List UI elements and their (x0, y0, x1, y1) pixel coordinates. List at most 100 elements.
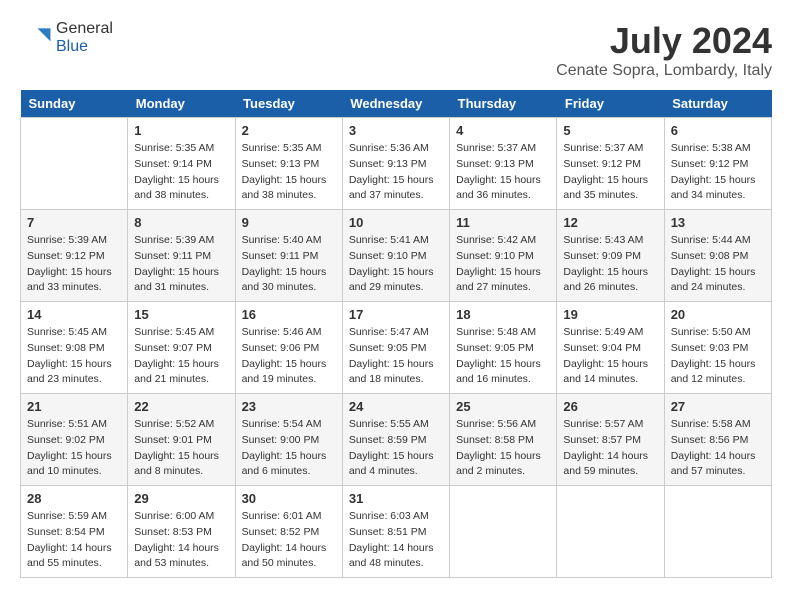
logo-icon (20, 22, 52, 54)
calendar-cell: 1 Sunrise: 5:35 AM Sunset: 9:14 PM Dayli… (128, 118, 235, 210)
weekday-header-friday: Friday (557, 90, 664, 118)
calendar-cell: 5 Sunrise: 5:37 AM Sunset: 9:12 PM Dayli… (557, 118, 664, 210)
day-info: Sunrise: 5:45 AM Sunset: 9:07 PM Dayligh… (134, 325, 228, 388)
day-number: 3 (349, 123, 443, 138)
calendar-cell: 7 Sunrise: 5:39 AM Sunset: 9:12 PM Dayli… (21, 210, 128, 302)
location: Cenate Sopra, Lombardy, Italy (556, 62, 772, 80)
calendar-cell: 30 Sunrise: 6:01 AM Sunset: 8:52 PM Dayl… (235, 486, 342, 578)
day-info: Sunrise: 5:41 AM Sunset: 9:10 PM Dayligh… (349, 233, 443, 296)
day-info: Sunrise: 5:35 AM Sunset: 9:14 PM Dayligh… (134, 141, 228, 204)
calendar-cell: 3 Sunrise: 5:36 AM Sunset: 9:13 PM Dayli… (342, 118, 449, 210)
week-row-3: 14 Sunrise: 5:45 AM Sunset: 9:08 PM Dayl… (21, 302, 772, 394)
calendar-cell: 14 Sunrise: 5:45 AM Sunset: 9:08 PM Dayl… (21, 302, 128, 394)
day-number: 11 (456, 215, 550, 230)
day-info: Sunrise: 5:44 AM Sunset: 9:08 PM Dayligh… (671, 233, 765, 296)
day-info: Sunrise: 5:35 AM Sunset: 9:13 PM Dayligh… (242, 141, 336, 204)
day-number: 15 (134, 307, 228, 322)
weekday-header-sunday: Sunday (21, 90, 128, 118)
day-number: 6 (671, 123, 765, 138)
day-info: Sunrise: 5:52 AM Sunset: 9:01 PM Dayligh… (134, 417, 228, 480)
logo-text: General Blue (56, 20, 113, 56)
day-info: Sunrise: 5:39 AM Sunset: 9:12 PM Dayligh… (27, 233, 121, 296)
calendar-cell: 2 Sunrise: 5:35 AM Sunset: 9:13 PM Dayli… (235, 118, 342, 210)
calendar-cell (664, 486, 771, 578)
day-info: Sunrise: 5:43 AM Sunset: 9:09 PM Dayligh… (563, 233, 657, 296)
calendar-cell: 9 Sunrise: 5:40 AM Sunset: 9:11 PM Dayli… (235, 210, 342, 302)
week-row-5: 28 Sunrise: 5:59 AM Sunset: 8:54 PM Dayl… (21, 486, 772, 578)
week-row-1: 1 Sunrise: 5:35 AM Sunset: 9:14 PM Dayli… (21, 118, 772, 210)
day-number: 12 (563, 215, 657, 230)
calendar-cell: 27 Sunrise: 5:58 AM Sunset: 8:56 PM Dayl… (664, 394, 771, 486)
day-number: 17 (349, 307, 443, 322)
day-info: Sunrise: 5:56 AM Sunset: 8:58 PM Dayligh… (456, 417, 550, 480)
calendar-cell (450, 486, 557, 578)
weekday-header-wednesday: Wednesday (342, 90, 449, 118)
week-row-2: 7 Sunrise: 5:39 AM Sunset: 9:12 PM Dayli… (21, 210, 772, 302)
calendar-cell: 31 Sunrise: 6:03 AM Sunset: 8:51 PM Dayl… (342, 486, 449, 578)
day-number: 25 (456, 399, 550, 414)
calendar-cell: 28 Sunrise: 5:59 AM Sunset: 8:54 PM Dayl… (21, 486, 128, 578)
day-number: 2 (242, 123, 336, 138)
day-number: 10 (349, 215, 443, 230)
day-number: 20 (671, 307, 765, 322)
calendar-cell: 26 Sunrise: 5:57 AM Sunset: 8:57 PM Dayl… (557, 394, 664, 486)
calendar-cell: 12 Sunrise: 5:43 AM Sunset: 9:09 PM Dayl… (557, 210, 664, 302)
page-header: General Blue July 2024 Cenate Sopra, Lom… (20, 20, 772, 80)
day-info: Sunrise: 5:49 AM Sunset: 9:04 PM Dayligh… (563, 325, 657, 388)
calendar-cell: 19 Sunrise: 5:49 AM Sunset: 9:04 PM Dayl… (557, 302, 664, 394)
week-row-4: 21 Sunrise: 5:51 AM Sunset: 9:02 PM Dayl… (21, 394, 772, 486)
calendar-cell: 16 Sunrise: 5:46 AM Sunset: 9:06 PM Dayl… (235, 302, 342, 394)
month-title: July 2024 (556, 20, 772, 62)
day-info: Sunrise: 5:57 AM Sunset: 8:57 PM Dayligh… (563, 417, 657, 480)
day-number: 21 (27, 399, 121, 414)
calendar-cell (557, 486, 664, 578)
calendar-cell: 6 Sunrise: 5:38 AM Sunset: 9:12 PM Dayli… (664, 118, 771, 210)
weekday-header-thursday: Thursday (450, 90, 557, 118)
calendar-cell: 18 Sunrise: 5:48 AM Sunset: 9:05 PM Dayl… (450, 302, 557, 394)
calendar-cell: 10 Sunrise: 5:41 AM Sunset: 9:10 PM Dayl… (342, 210, 449, 302)
weekday-header-tuesday: Tuesday (235, 90, 342, 118)
day-number: 26 (563, 399, 657, 414)
day-info: Sunrise: 5:40 AM Sunset: 9:11 PM Dayligh… (242, 233, 336, 296)
day-info: Sunrise: 6:01 AM Sunset: 8:52 PM Dayligh… (242, 509, 336, 572)
day-number: 9 (242, 215, 336, 230)
day-info: Sunrise: 5:37 AM Sunset: 9:13 PM Dayligh… (456, 141, 550, 204)
day-info: Sunrise: 6:03 AM Sunset: 8:51 PM Dayligh… (349, 509, 443, 572)
day-info: Sunrise: 5:48 AM Sunset: 9:05 PM Dayligh… (456, 325, 550, 388)
day-info: Sunrise: 5:38 AM Sunset: 9:12 PM Dayligh… (671, 141, 765, 204)
day-info: Sunrise: 5:39 AM Sunset: 9:11 PM Dayligh… (134, 233, 228, 296)
calendar-cell: 24 Sunrise: 5:55 AM Sunset: 8:59 PM Dayl… (342, 394, 449, 486)
weekday-header-row: SundayMondayTuesdayWednesdayThursdayFrid… (21, 90, 772, 118)
day-number: 4 (456, 123, 550, 138)
calendar-table: SundayMondayTuesdayWednesdayThursdayFrid… (20, 90, 772, 578)
day-info: Sunrise: 5:36 AM Sunset: 9:13 PM Dayligh… (349, 141, 443, 204)
calendar-cell: 29 Sunrise: 6:00 AM Sunset: 8:53 PM Dayl… (128, 486, 235, 578)
day-number: 30 (242, 491, 336, 506)
day-number: 19 (563, 307, 657, 322)
day-info: Sunrise: 5:47 AM Sunset: 9:05 PM Dayligh… (349, 325, 443, 388)
calendar-cell: 8 Sunrise: 5:39 AM Sunset: 9:11 PM Dayli… (128, 210, 235, 302)
weekday-header-monday: Monday (128, 90, 235, 118)
day-number: 18 (456, 307, 550, 322)
weekday-header-saturday: Saturday (664, 90, 771, 118)
day-number: 28 (27, 491, 121, 506)
day-info: Sunrise: 5:46 AM Sunset: 9:06 PM Dayligh… (242, 325, 336, 388)
day-info: Sunrise: 6:00 AM Sunset: 8:53 PM Dayligh… (134, 509, 228, 572)
calendar-cell: 20 Sunrise: 5:50 AM Sunset: 9:03 PM Dayl… (664, 302, 771, 394)
day-info: Sunrise: 5:42 AM Sunset: 9:10 PM Dayligh… (456, 233, 550, 296)
day-number: 27 (671, 399, 765, 414)
calendar-cell: 22 Sunrise: 5:52 AM Sunset: 9:01 PM Dayl… (128, 394, 235, 486)
calendar-cell: 21 Sunrise: 5:51 AM Sunset: 9:02 PM Dayl… (21, 394, 128, 486)
calendar-cell: 25 Sunrise: 5:56 AM Sunset: 8:58 PM Dayl… (450, 394, 557, 486)
calendar-cell: 15 Sunrise: 5:45 AM Sunset: 9:07 PM Dayl… (128, 302, 235, 394)
calendar-cell: 11 Sunrise: 5:42 AM Sunset: 9:10 PM Dayl… (450, 210, 557, 302)
day-number: 22 (134, 399, 228, 414)
day-number: 5 (563, 123, 657, 138)
title-block: July 2024 Cenate Sopra, Lombardy, Italy (556, 20, 772, 80)
calendar-cell: 4 Sunrise: 5:37 AM Sunset: 9:13 PM Dayli… (450, 118, 557, 210)
day-number: 1 (134, 123, 228, 138)
day-number: 16 (242, 307, 336, 322)
day-info: Sunrise: 5:37 AM Sunset: 9:12 PM Dayligh… (563, 141, 657, 204)
day-number: 23 (242, 399, 336, 414)
day-number: 7 (27, 215, 121, 230)
